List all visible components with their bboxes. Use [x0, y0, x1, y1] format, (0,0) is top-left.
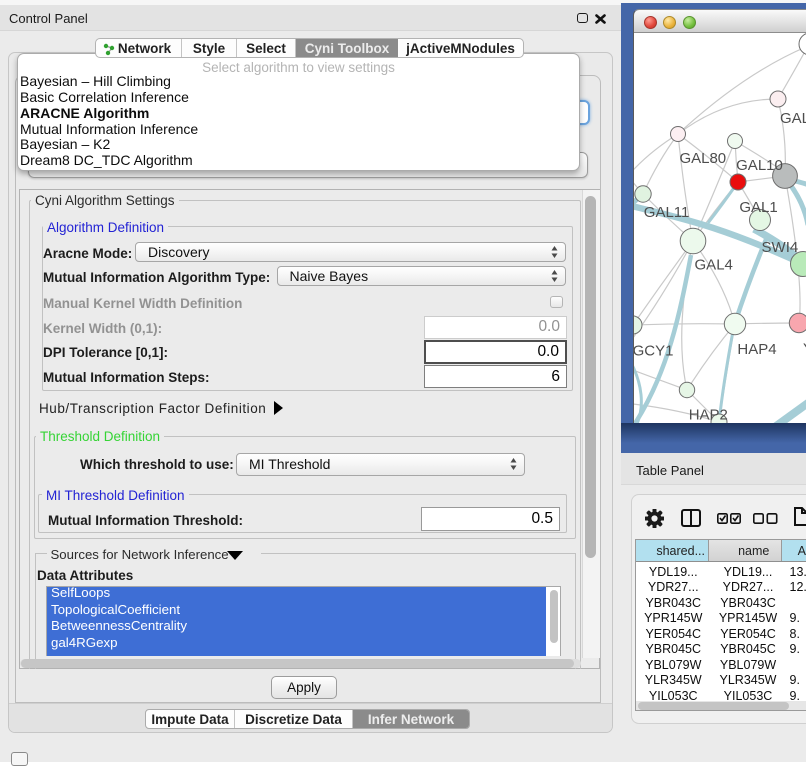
svg-text:HAP4: HAP4 [737, 341, 776, 358]
svg-text:GAL80: GAL80 [679, 150, 726, 167]
svg-text:HAP2: HAP2 [689, 407, 728, 424]
svg-text:SWI4: SWI4 [762, 239, 799, 256]
svg-text:GAL4: GAL4 [695, 257, 733, 274]
svg-text:GCY1: GCY1 [634, 343, 673, 360]
svg-text:GAL7: GAL7 [780, 110, 806, 127]
svg-text:GAL10: GAL10 [736, 157, 783, 174]
svg-text:GAL1: GAL1 [739, 199, 777, 216]
svg-text:GAL11: GAL11 [644, 204, 690, 221]
